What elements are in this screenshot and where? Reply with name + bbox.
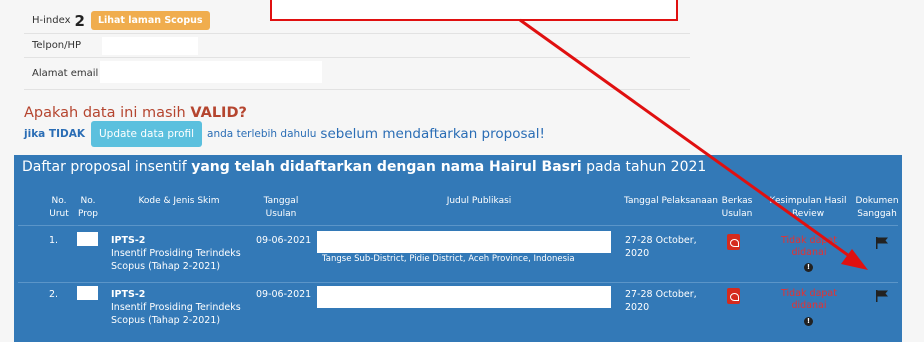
annotation-arrow bbox=[519, 18, 868, 270]
